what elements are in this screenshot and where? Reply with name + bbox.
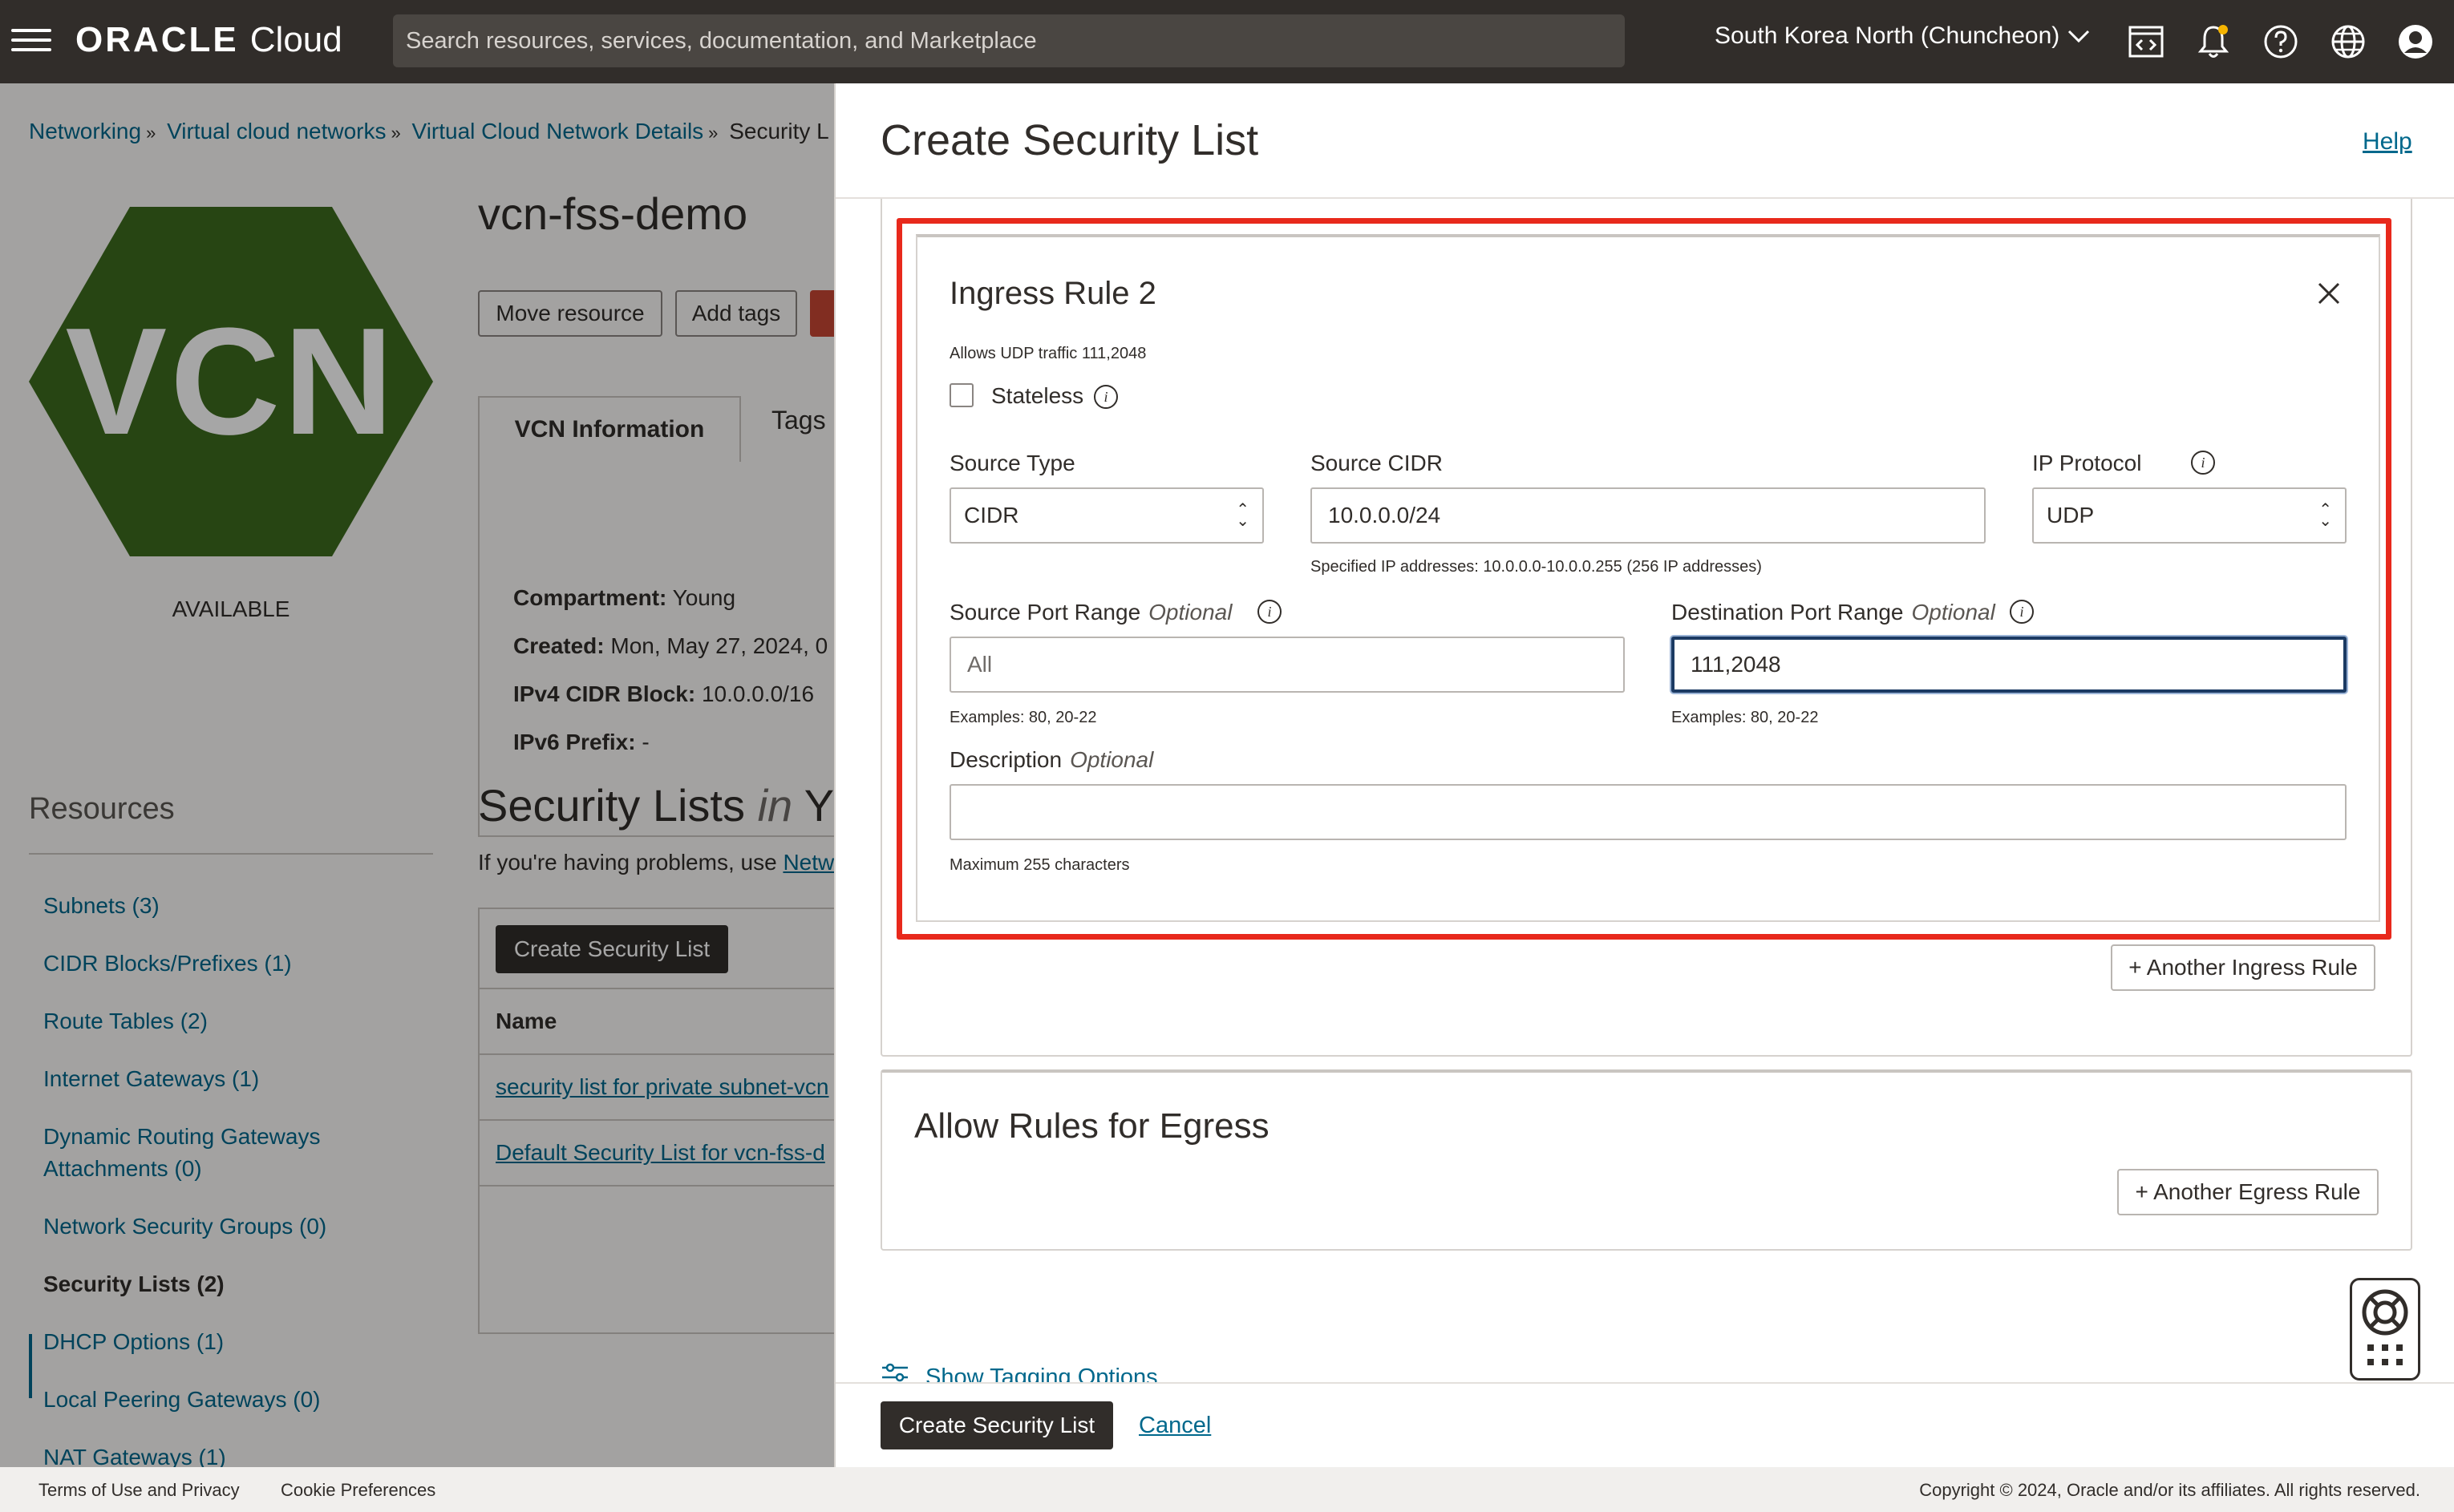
create-security-list-button[interactable]: Create Security List xyxy=(881,1401,1113,1449)
notification-bell-icon[interactable] xyxy=(2191,19,2236,64)
ingress-rules-section: Ingress Rule 2 Allows UDP traffic 111,20… xyxy=(881,199,2412,1057)
oracle-cloud-logo[interactable]: ORACLE Cloud xyxy=(75,18,342,63)
logo-product: Cloud xyxy=(249,20,342,59)
create-security-list-panel: Create Security List Help Ingress Rule 2… xyxy=(834,83,2454,1467)
copyright-text: Copyright © 2024, Oracle and/or its affi… xyxy=(1919,1480,2420,1500)
another-egress-rule-button[interactable]: + Another Egress Rule xyxy=(2117,1169,2379,1215)
panel-title: Create Security List xyxy=(881,116,1259,164)
help-link[interactable]: Help xyxy=(2363,128,2412,156)
tagging-options: Show Tagging Options xyxy=(881,1363,1158,1382)
panel-body: Ingress Rule 2 Allows UDP traffic 111,20… xyxy=(836,199,2454,1382)
show-tagging-options-link[interactable]: Show Tagging Options xyxy=(925,1364,1158,1383)
cancel-link[interactable]: Cancel xyxy=(1139,1413,1211,1439)
logo-brand: ORACLE xyxy=(75,20,239,59)
highlight-annotation xyxy=(897,218,2391,940)
another-ingress-rule-button[interactable]: + Another Ingress Rule xyxy=(2111,944,2375,991)
grid-dots-icon xyxy=(2367,1344,2403,1365)
egress-rules-section: Allow Rules for Egress + Another Egress … xyxy=(881,1069,2412,1251)
code-editor-icon[interactable] xyxy=(2124,19,2169,64)
region-label: South Korea North (Chuncheon) xyxy=(1715,22,2060,49)
sliders-icon xyxy=(882,1363,908,1382)
chevron-down-icon xyxy=(2068,30,2090,43)
terms-link[interactable]: Terms of Use and Privacy xyxy=(38,1480,240,1501)
cookie-preferences-link[interactable]: Cookie Preferences xyxy=(281,1480,435,1501)
egress-title: Allow Rules for Egress xyxy=(914,1106,1270,1146)
panel-header: Create Security List Help xyxy=(836,83,2454,199)
top-navigation-bar: ORACLE Cloud Search resources, services,… xyxy=(0,0,2454,83)
menu-icon[interactable] xyxy=(11,24,51,56)
panel-footer: Create Security List Cancel xyxy=(836,1382,2454,1467)
help-icon[interactable] xyxy=(2258,19,2303,64)
page-footer: Terms of Use and Privacy Cookie Preferen… xyxy=(0,1467,2454,1512)
user-profile-icon[interactable] xyxy=(2393,19,2438,64)
help-widget[interactable] xyxy=(2350,1278,2420,1381)
search-input[interactable]: Search resources, services, documentatio… xyxy=(393,14,1625,67)
region-selector[interactable]: South Korea North (Chuncheon) xyxy=(1715,22,2090,50)
lifebuoy-icon xyxy=(2362,1289,2408,1336)
modal-overlay[interactable] xyxy=(0,83,834,1467)
language-globe-icon[interactable] xyxy=(2326,19,2371,64)
